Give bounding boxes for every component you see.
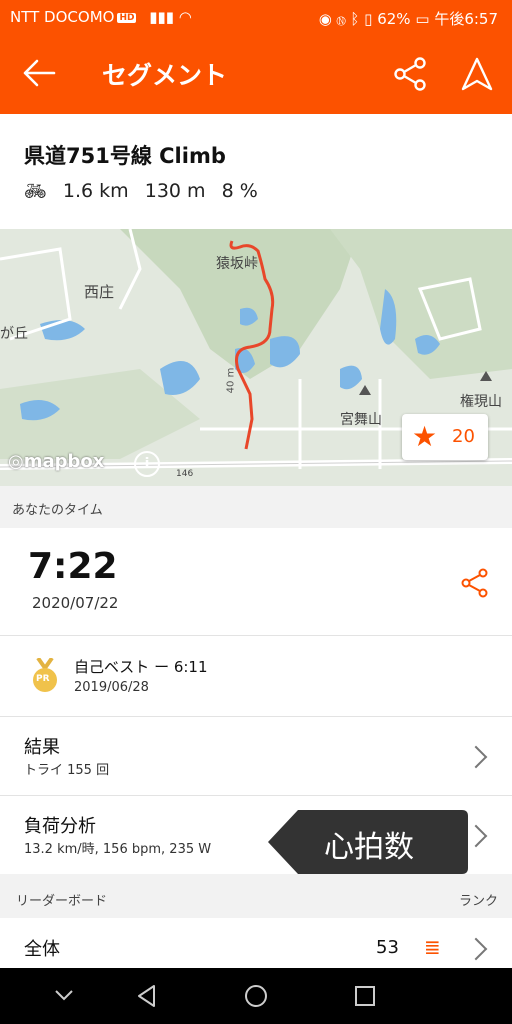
recents-square-icon[interactable]: [354, 985, 376, 1007]
arrow-left-icon[interactable]: [22, 58, 56, 88]
map-label-nishisho: 西庄: [84, 283, 115, 301]
chevron-right-icon: [464, 824, 488, 848]
back-triangle-icon[interactable]: [136, 984, 158, 1008]
vibrate-icon: ▯: [364, 10, 373, 28]
pr-medal-icon: PR: [30, 656, 60, 698]
overall-rank: 53: [376, 937, 399, 958]
effort-share-icon[interactable]: [460, 568, 490, 598]
map-label-gaoka: が丘: [0, 326, 28, 342]
clock: 午後6:57: [434, 10, 498, 28]
bicycle-icon: 🚲︎: [24, 181, 47, 202]
load-sub: 13.2 km/時, 156 bpm, 235 W: [24, 842, 212, 857]
leaderboard-list-icon: ≣: [424, 935, 441, 959]
leaderboard-header: リーダーボード ランク: [0, 874, 512, 918]
results-sub: トライ 155 回: [24, 763, 110, 778]
share-icon[interactable]: [392, 56, 428, 92]
pr-label: 自己ベスト ー 6:11: [74, 658, 208, 676]
wifi-icon: ◠: [178, 8, 192, 26]
battery-percent: 62%: [377, 10, 411, 28]
star-button[interactable]: ★ 20: [402, 414, 488, 460]
pr-badge-text: PR: [36, 674, 50, 684]
info-icon[interactable]: i: [134, 451, 160, 477]
leaderboard-overall-row[interactable]: 全体 53 ≣: [0, 919, 512, 968]
battery-icon: ▭: [415, 10, 430, 28]
page-title: セグメント: [102, 61, 228, 90]
bluetooth-icon: ᛒ: [350, 10, 360, 28]
load-title: 負荷分析: [24, 816, 96, 837]
your-time-label: あなたのタイム: [12, 503, 103, 518]
star-count: 20: [452, 426, 475, 447]
your-time-header: あなたのタイム: [0, 486, 512, 528]
map-label-road-146: 146: [176, 469, 194, 479]
mapbox-attribution[interactable]: ◎mapbox: [8, 451, 104, 472]
nfc-icon: Ⓝ: [336, 10, 346, 28]
segment-stats: 🚲︎ 1.6 km 130 m 8 %: [24, 180, 268, 202]
system-nav-bar: [0, 968, 512, 1024]
carrier-name: NTT DOCOMO: [10, 8, 115, 26]
carrier-info: NTT DOCOMO HD ▮▮▮ ◠: [10, 8, 192, 26]
segment-distance: 1.6 km: [62, 180, 129, 202]
status-bar: NTT DOCOMO HD ▮▮▮ ◠ ◉ Ⓝ ᛒ ▯ 62% ▭ 午後6:57: [0, 0, 512, 34]
rank-label: ランク: [458, 894, 498, 909]
leaderboard-label: リーダーボード: [16, 894, 108, 909]
mapbox-logo-icon: ◎: [8, 451, 24, 472]
star-icon: ★: [412, 420, 438, 453]
map-label-miyamaisan: 宮舞山: [340, 412, 382, 428]
signal-icon: ▮▮▮: [149, 8, 174, 26]
effort-time: 7:22: [28, 546, 118, 587]
divider: [0, 635, 512, 636]
eye-icon: ◉: [318, 10, 332, 28]
chevron-right-icon: [464, 745, 488, 769]
app-bar: セグメント: [0, 34, 512, 114]
hd-badge: HD: [117, 12, 137, 23]
heart-rate-tooltip: 心拍数: [268, 810, 468, 874]
map-elevation-label: 40 m: [225, 367, 237, 394]
segment-name: 県道751号線 Climb: [24, 144, 226, 168]
effort-date: 2020/07/22: [32, 594, 119, 612]
tooltip-text: 心拍数: [324, 830, 414, 865]
segment-grade: 8 %: [221, 180, 258, 202]
map-label-gongenyama: 権現山: [460, 394, 502, 410]
status-right: ◉ Ⓝ ᛒ ▯ 62% ▭ 午後6:57: [319, 8, 498, 29]
home-circle-icon[interactable]: [244, 984, 268, 1008]
chevron-down-icon[interactable]: [54, 988, 74, 1002]
results-row[interactable]: 結果 トライ 155 回: [0, 717, 512, 795]
segment-elevation: 130 m: [144, 180, 206, 202]
navigation-arrow-icon[interactable]: [460, 56, 494, 92]
results-title: 結果: [24, 737, 60, 758]
chevron-right-icon: [464, 937, 488, 961]
overall-label: 全体: [24, 939, 60, 960]
map-label-sarusaka: 猿坂峠: [216, 256, 258, 272]
pr-date: 2019/06/28: [74, 680, 149, 695]
